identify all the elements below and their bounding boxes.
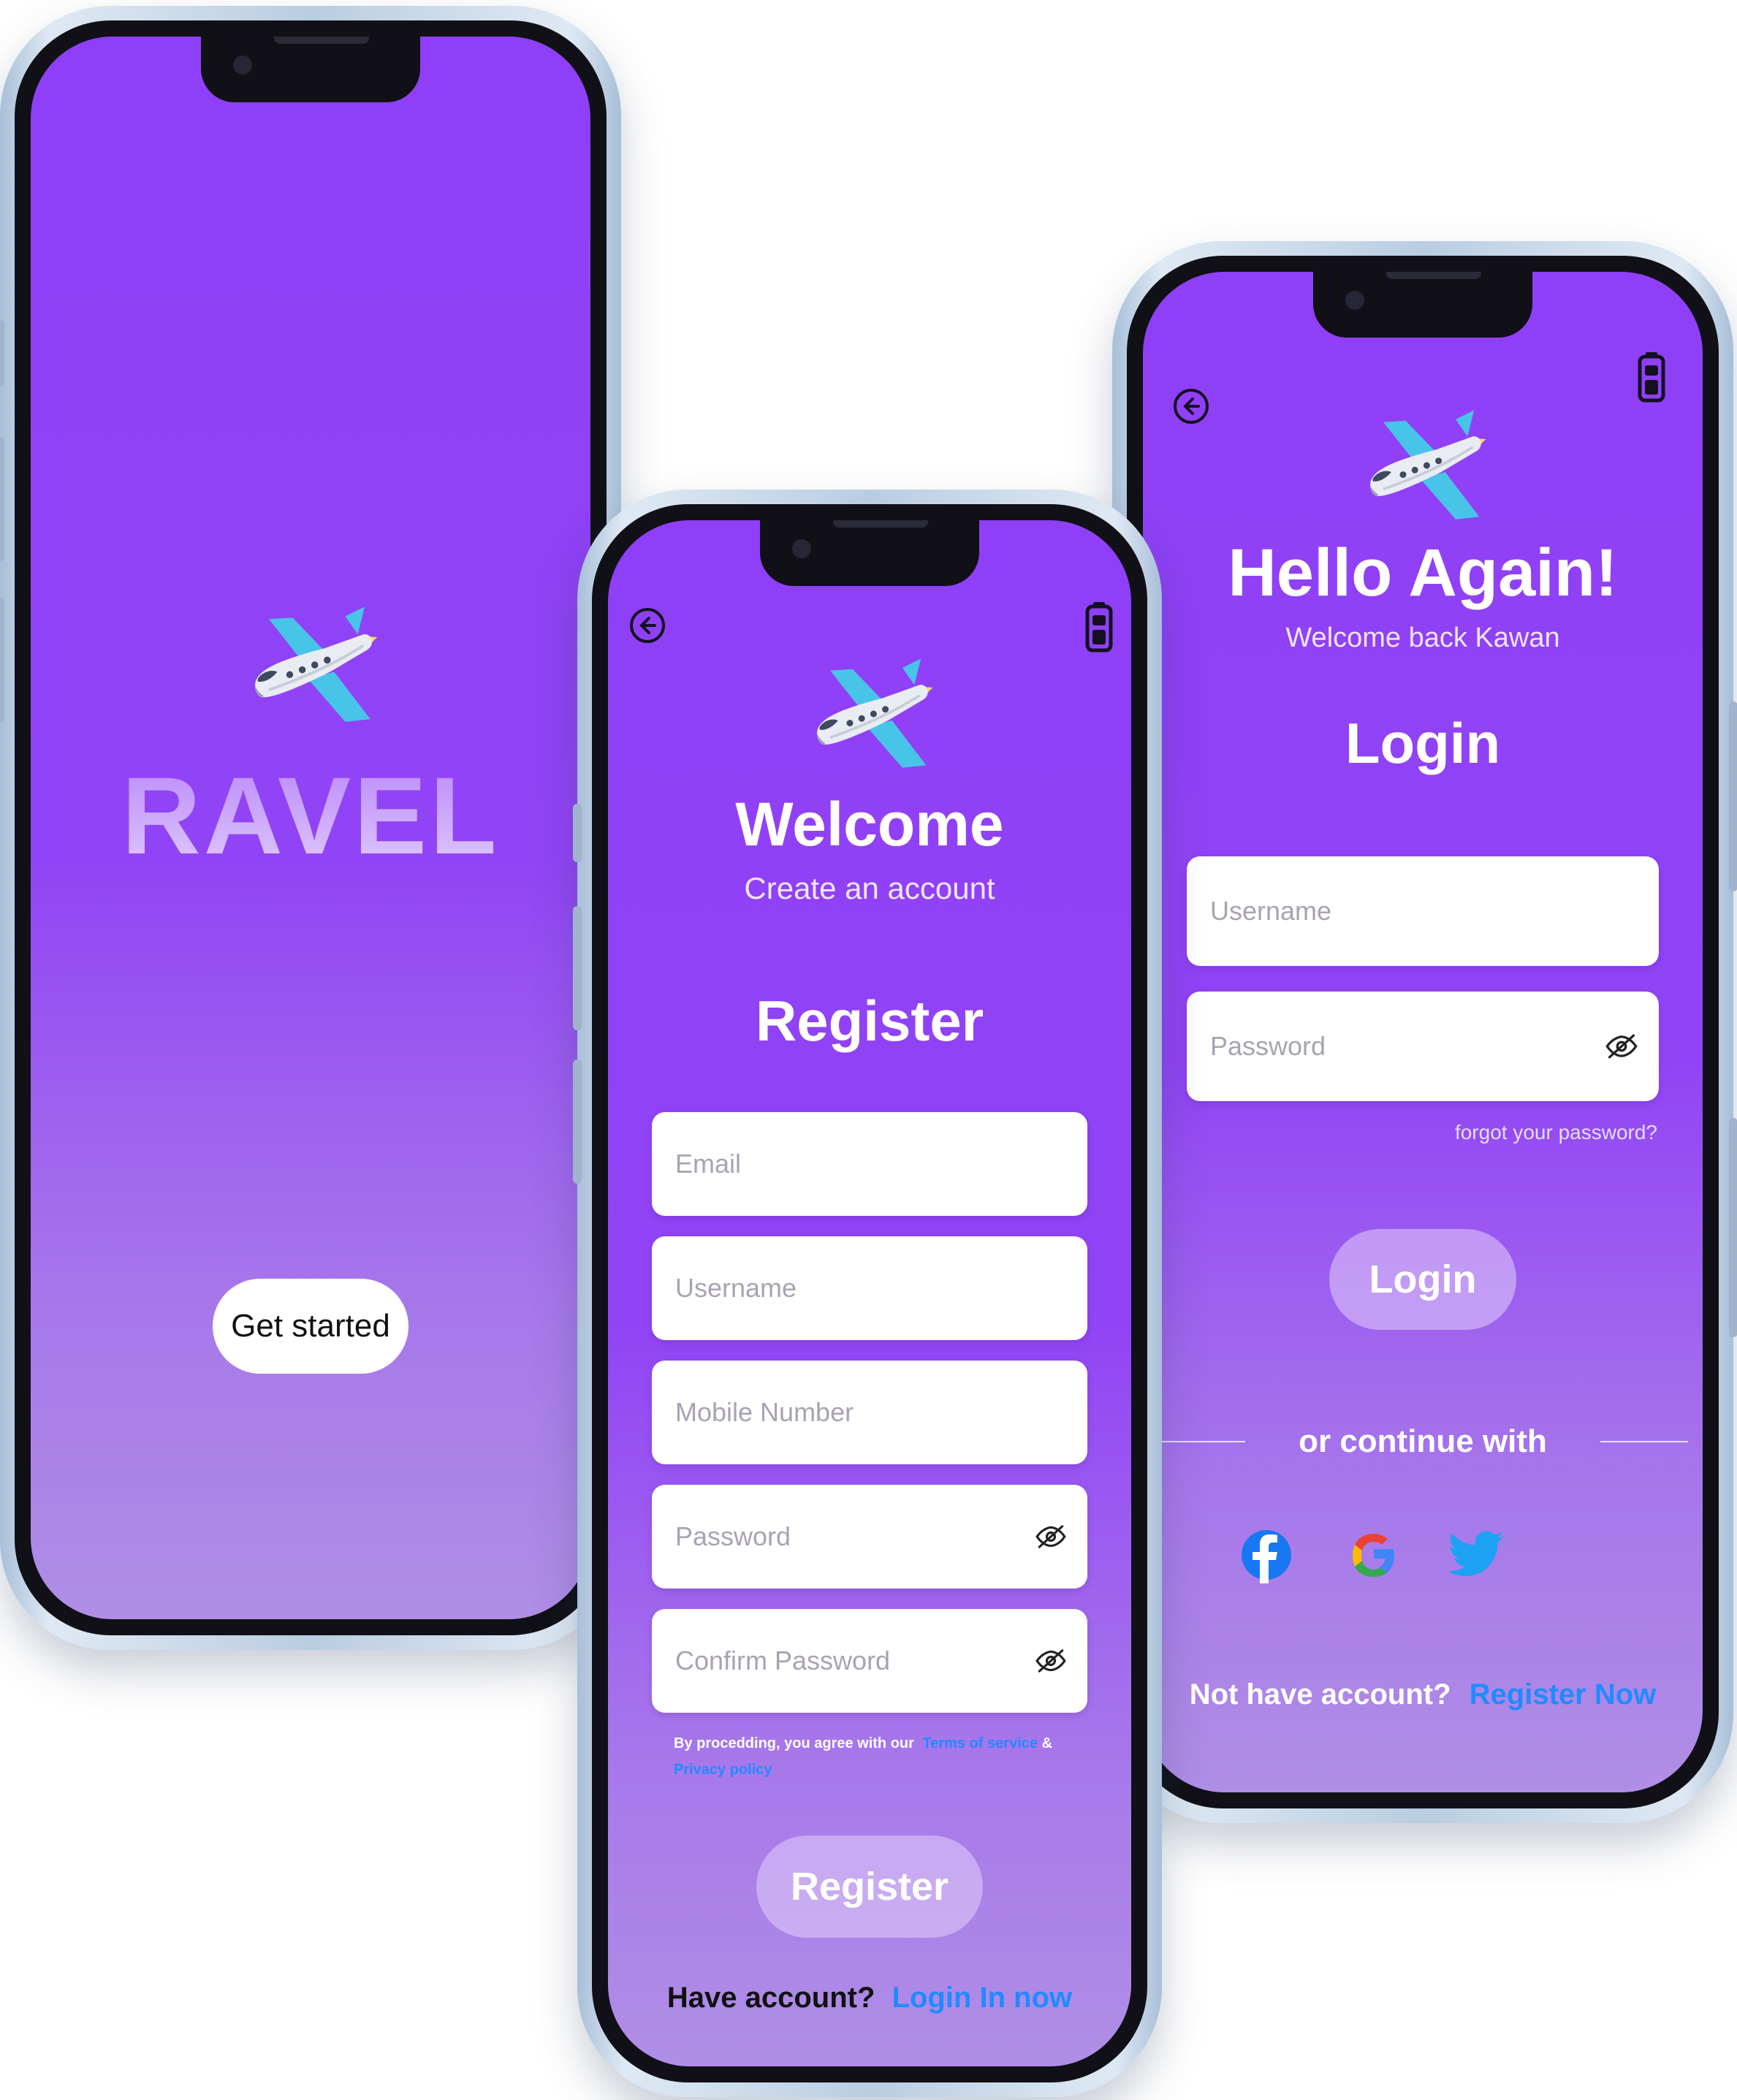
login-phone: Hello Again! Welcome back Kawan Login Us… [1112, 241, 1737, 1823]
email-field[interactable]: Email [652, 1112, 1087, 1216]
notch [760, 520, 979, 586]
volume-up-button [573, 906, 582, 1030]
airplane-logo-icon [1369, 408, 1488, 521]
splash-screen: RAVEL Get started [31, 37, 590, 1619]
front-camera [1345, 291, 1364, 310]
front-camera [792, 539, 811, 558]
splash-phone: RAVEL Get started [0, 6, 621, 1650]
register-subtitle: Create an account [744, 871, 995, 905]
bezel: Welcome Create an account Register Email… [592, 504, 1147, 2082]
login-title: Hello Again! [1228, 536, 1618, 610]
email-placeholder: Email [675, 1149, 742, 1179]
login-footer-text: Not have account? [1189, 1678, 1451, 1711]
confirm-password-field[interactable]: Confirm Password [652, 1609, 1087, 1713]
confirm-placeholder: Confirm Password [675, 1646, 891, 1675]
login-username-field[interactable]: Username [1187, 856, 1659, 966]
forgot-password-link[interactable]: forgot your password? [1455, 1121, 1657, 1144]
register-now-link[interactable]: Register Now [1470, 1678, 1657, 1711]
mute-switch [573, 804, 582, 862]
mute-switch [0, 320, 4, 386]
terms-prefix: By procedding, you agree with our [674, 1735, 914, 1751]
volume-up-button [0, 437, 4, 561]
login-password-field[interactable]: Password [1187, 992, 1659, 1101]
register-screen: Welcome Create an account Register Email… [608, 520, 1131, 2066]
divider-row: or continue with [1158, 1419, 1688, 1463]
back-arrow-icon[interactable] [1174, 389, 1209, 424]
bezel: RAVEL Get started [15, 20, 607, 1635]
eye-off-icon[interactable] [1035, 1646, 1067, 1676]
register-footer: Have account? Login In now [608, 1982, 1131, 2015]
speaker [1386, 272, 1481, 279]
twitter-icon[interactable] [1450, 1529, 1505, 1578]
username-placeholder: Username [675, 1273, 797, 1303]
brand-name: RAVEL [31, 753, 590, 879]
login-subtitle: Welcome back Kawan [1285, 623, 1560, 653]
terms-of-service-link[interactable]: Terms of service [923, 1735, 1038, 1751]
mobile-placeholder: Mobile Number [675, 1397, 854, 1427]
eye-off-icon[interactable] [1605, 1030, 1638, 1062]
terms-notice: By procedding, you agree with our Terms … [674, 1730, 1080, 1783]
username-field[interactable]: Username [652, 1236, 1087, 1340]
privacy-policy-link[interactable]: Privacy policy [674, 1762, 772, 1778]
login-screen: Hello Again! Welcome back Kawan Login Us… [1143, 272, 1703, 1792]
divider-line-right [1600, 1441, 1688, 1442]
register-heading: Register [755, 989, 984, 1053]
volume-down-button [573, 1059, 582, 1184]
register-phone: Welcome Create an account Register Email… [573, 490, 1162, 2097]
back-arrow-icon[interactable] [630, 608, 665, 643]
username-placeholder: Username [1210, 896, 1332, 926]
side-key [1729, 1118, 1737, 1337]
bezel: Hello Again! Welcome back Kawan Login Us… [1127, 256, 1719, 1808]
volume-down-button [0, 598, 4, 722]
login-footer: Not have account? Register Now [1143, 1678, 1703, 1711]
facebook-icon[interactable] [1241, 1525, 1292, 1585]
notch [1313, 272, 1532, 338]
register-footer-text: Have account? [666, 1982, 875, 2014]
notch [201, 37, 420, 102]
battery-icon [1635, 352, 1668, 403]
password-placeholder: Password [1210, 1031, 1326, 1061]
front-camera [233, 56, 252, 75]
eye-off-icon[interactable] [1035, 1521, 1067, 1552]
login-heading: Login [1345, 711, 1501, 775]
register-title: Welcome [735, 790, 1004, 859]
speaker [833, 520, 928, 528]
password-placeholder: Password [675, 1521, 791, 1551]
terms-and: & [1041, 1735, 1053, 1751]
password-field[interactable]: Password [652, 1485, 1087, 1589]
login-now-link[interactable]: Login In now [892, 1982, 1073, 2014]
airplane-logo-icon [254, 605, 379, 723]
speaker [274, 37, 369, 44]
login-button[interactable]: Login [1329, 1229, 1516, 1330]
battery-icon [1083, 602, 1115, 653]
airplane-logo-icon [816, 657, 935, 769]
mobile-number-field[interactable]: Mobile Number [652, 1361, 1087, 1464]
google-icon[interactable] [1349, 1529, 1399, 1583]
register-button[interactable]: Register [756, 1835, 983, 1938]
power-button [1729, 701, 1737, 891]
get-started-button[interactable]: Get started [213, 1279, 408, 1374]
